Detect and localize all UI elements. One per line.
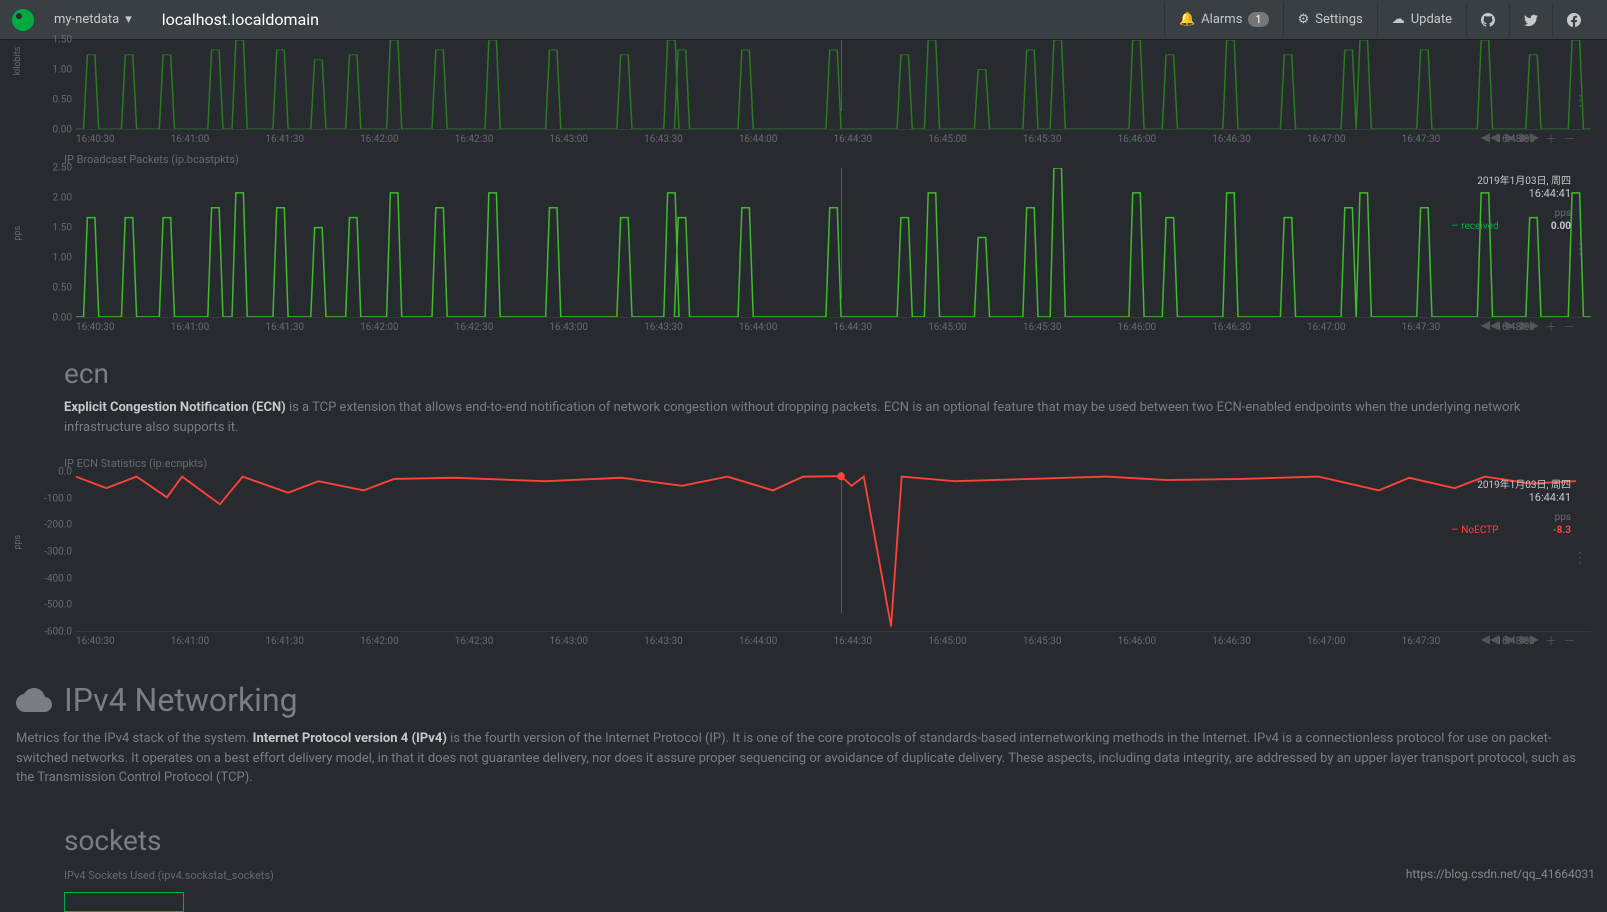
twitter-link[interactable] xyxy=(1509,3,1552,37)
github-icon xyxy=(1481,13,1495,27)
zoom-in-icon[interactable]: ＋ xyxy=(1545,318,1557,335)
chart-toolbar: ◀◀ ▶ ▶▶ ＋ － xyxy=(1481,318,1575,335)
settings-button[interactable]: ⚙ Settings xyxy=(1283,2,1377,37)
legend-item[interactable]: — received 0.00 xyxy=(1451,221,1571,232)
y-axis: kilobits 1.501.000.500.00 xyxy=(16,40,76,130)
ipv4-pre: Metrics for the IPv4 stack of the system… xyxy=(16,731,253,746)
x-axis: 16:40:3016:41:0016:41:3016:42:0016:42:30… xyxy=(16,130,1591,145)
watermark: https://blog.csdn.net/qq_41664031 xyxy=(1406,867,1595,881)
nav-right: 🔔 Alarms 1 ⚙ Settings ☁ Update xyxy=(1164,2,1595,37)
node-dropdown-label: my-netdata xyxy=(54,12,119,27)
ecn-bold: Explicit Congestion Notification (ECN) xyxy=(64,400,286,415)
chart-title: IP ECN Statistics (ip.ecnpkts) xyxy=(16,453,1591,472)
twitter-icon xyxy=(1524,13,1538,27)
legend-date: 2019年1月03日, 周四 xyxy=(1451,476,1571,491)
legend-swatch: — NoECTP xyxy=(1451,525,1498,536)
facebook-icon xyxy=(1567,13,1581,27)
legend-value: -8.3 xyxy=(1553,525,1571,536)
facebook-link[interactable] xyxy=(1552,3,1595,37)
zoom-in-icon[interactable]: ＋ xyxy=(1545,632,1557,649)
settings-label: Settings xyxy=(1315,12,1362,27)
zoom-out-icon[interactable]: － xyxy=(1563,318,1575,335)
chart-legend: 2019年1月03日, 周四 16:44:41 pps — NoECTP -8.… xyxy=(1451,476,1571,536)
hostname: localhost.localdomain xyxy=(162,10,319,29)
legend-time: 16:44:41 xyxy=(1451,491,1571,504)
rewind-icon[interactable]: ◀◀ xyxy=(1481,130,1499,147)
forward-icon[interactable]: ▶▶ xyxy=(1521,318,1539,335)
legend-unit: pps xyxy=(1451,208,1571,219)
chart-legend: 2019年1月03日, 周四 16:44:41 pps — received 0… xyxy=(1451,172,1571,232)
chart-title: IP Broadcast Packets (ip.bcastpkts) xyxy=(16,149,1591,168)
bell-icon: 🔔 xyxy=(1179,12,1195,27)
alarms-count-badge: 1 xyxy=(1248,12,1268,27)
update-button[interactable]: ☁ Update xyxy=(1377,2,1466,37)
rewind-icon[interactable]: ◀◀ xyxy=(1481,632,1499,649)
chart-toolbar: ◀◀ ▶ ▶▶ ＋ － xyxy=(1481,632,1575,649)
legend-date: 2019年1月03日, 周四 xyxy=(1451,172,1571,187)
zoom-out-icon[interactable]: － xyxy=(1563,632,1575,649)
forward-icon[interactable]: ▶▶ xyxy=(1521,632,1539,649)
x-axis: 16:40:3016:41:0016:41:3016:42:0016:42:30… xyxy=(16,318,1591,333)
y-axis: pps 2.502.001.501.000.500.00 xyxy=(16,168,76,318)
y-axis-label: pps xyxy=(13,226,23,241)
alarms-label: Alarms xyxy=(1201,12,1242,27)
plot-area[interactable] xyxy=(76,40,1591,130)
chart-kilobits: kilobits 1.501.000.500.00 16:40:3016:41:… xyxy=(16,40,1591,145)
cloud-icon xyxy=(16,682,52,718)
resize-handle[interactable]: ⋮ xyxy=(1573,93,1587,109)
ipv4-bold: Internet Protocol version 4 (IPv4) xyxy=(253,731,447,746)
sockets-chart-title: IPv4 Sockets Used (ipv4.sockstat_sockets… xyxy=(16,865,1591,884)
alarms-button[interactable]: 🔔 Alarms 1 xyxy=(1164,2,1283,37)
zoom-in-icon[interactable]: ＋ xyxy=(1545,130,1557,147)
y-axis-label: pps xyxy=(13,535,23,550)
ecn-heading: ecn xyxy=(16,337,1591,398)
cloud-download-icon: ☁ xyxy=(1392,12,1405,27)
sockets-heading: sockets xyxy=(16,804,1591,865)
y-axis: pps 0.0-100.0-200.0-300.0-400.0-500.0-60… xyxy=(16,472,76,632)
legend-unit: pps xyxy=(1451,512,1571,523)
chart-toolbar: ◀◀ ▶ ▶▶ ＋ － xyxy=(1481,130,1575,147)
ipv4-heading-text: IPv4 Networking xyxy=(64,681,298,719)
github-link[interactable] xyxy=(1466,3,1509,37)
y-axis-label: kilobits xyxy=(13,47,23,76)
legend-time: 16:44:41 xyxy=(1451,187,1571,200)
netdata-logo[interactable] xyxy=(12,9,34,31)
content: kilobits 1.501.000.500.00 16:40:3016:41:… xyxy=(0,40,1607,912)
update-label: Update xyxy=(1411,12,1452,27)
navbar: my-netdata ▾ localhost.localdomain 🔔 Ala… xyxy=(0,0,1607,40)
zoom-out-icon[interactable]: － xyxy=(1563,130,1575,147)
legend-value: 0.00 xyxy=(1551,221,1571,232)
chart-ecnpkts: IP ECN Statistics (ip.ecnpkts) pps 0.0-1… xyxy=(16,453,1591,647)
resize-handle[interactable]: ⋮ xyxy=(1573,550,1587,566)
play-icon[interactable]: ▶ xyxy=(1505,318,1514,335)
legend-item[interactable]: — NoECTP -8.3 xyxy=(1451,525,1571,536)
ipv4-description: Metrics for the IPv4 stack of the system… xyxy=(16,729,1591,804)
play-icon[interactable]: ▶ xyxy=(1505,632,1514,649)
plot-area[interactable] xyxy=(76,168,1591,318)
forward-icon[interactable]: ▶▶ xyxy=(1521,130,1539,147)
chevron-down-icon: ▾ xyxy=(125,12,132,27)
rewind-icon[interactable]: ◀◀ xyxy=(1481,318,1499,335)
node-dropdown[interactable]: my-netdata ▾ xyxy=(54,12,132,27)
x-axis: 16:40:3016:41:0016:41:3016:42:0016:42:30… xyxy=(16,632,1591,647)
ipv4-heading: IPv4 Networking xyxy=(16,651,1591,729)
plot-area[interactable] xyxy=(76,472,1591,632)
gear-icon: ⚙ xyxy=(1298,12,1310,27)
ecn-description: Explicit Congestion Notification (ECN) i… xyxy=(16,398,1591,453)
sockets-gauge[interactable] xyxy=(64,892,184,912)
legend-swatch: — received xyxy=(1451,221,1499,232)
play-icon[interactable]: ▶ xyxy=(1505,130,1514,147)
chart-bcastpkts: IP Broadcast Packets (ip.bcastpkts) pps … xyxy=(16,149,1591,333)
resize-handle[interactable]: ⋮ xyxy=(1573,241,1587,257)
